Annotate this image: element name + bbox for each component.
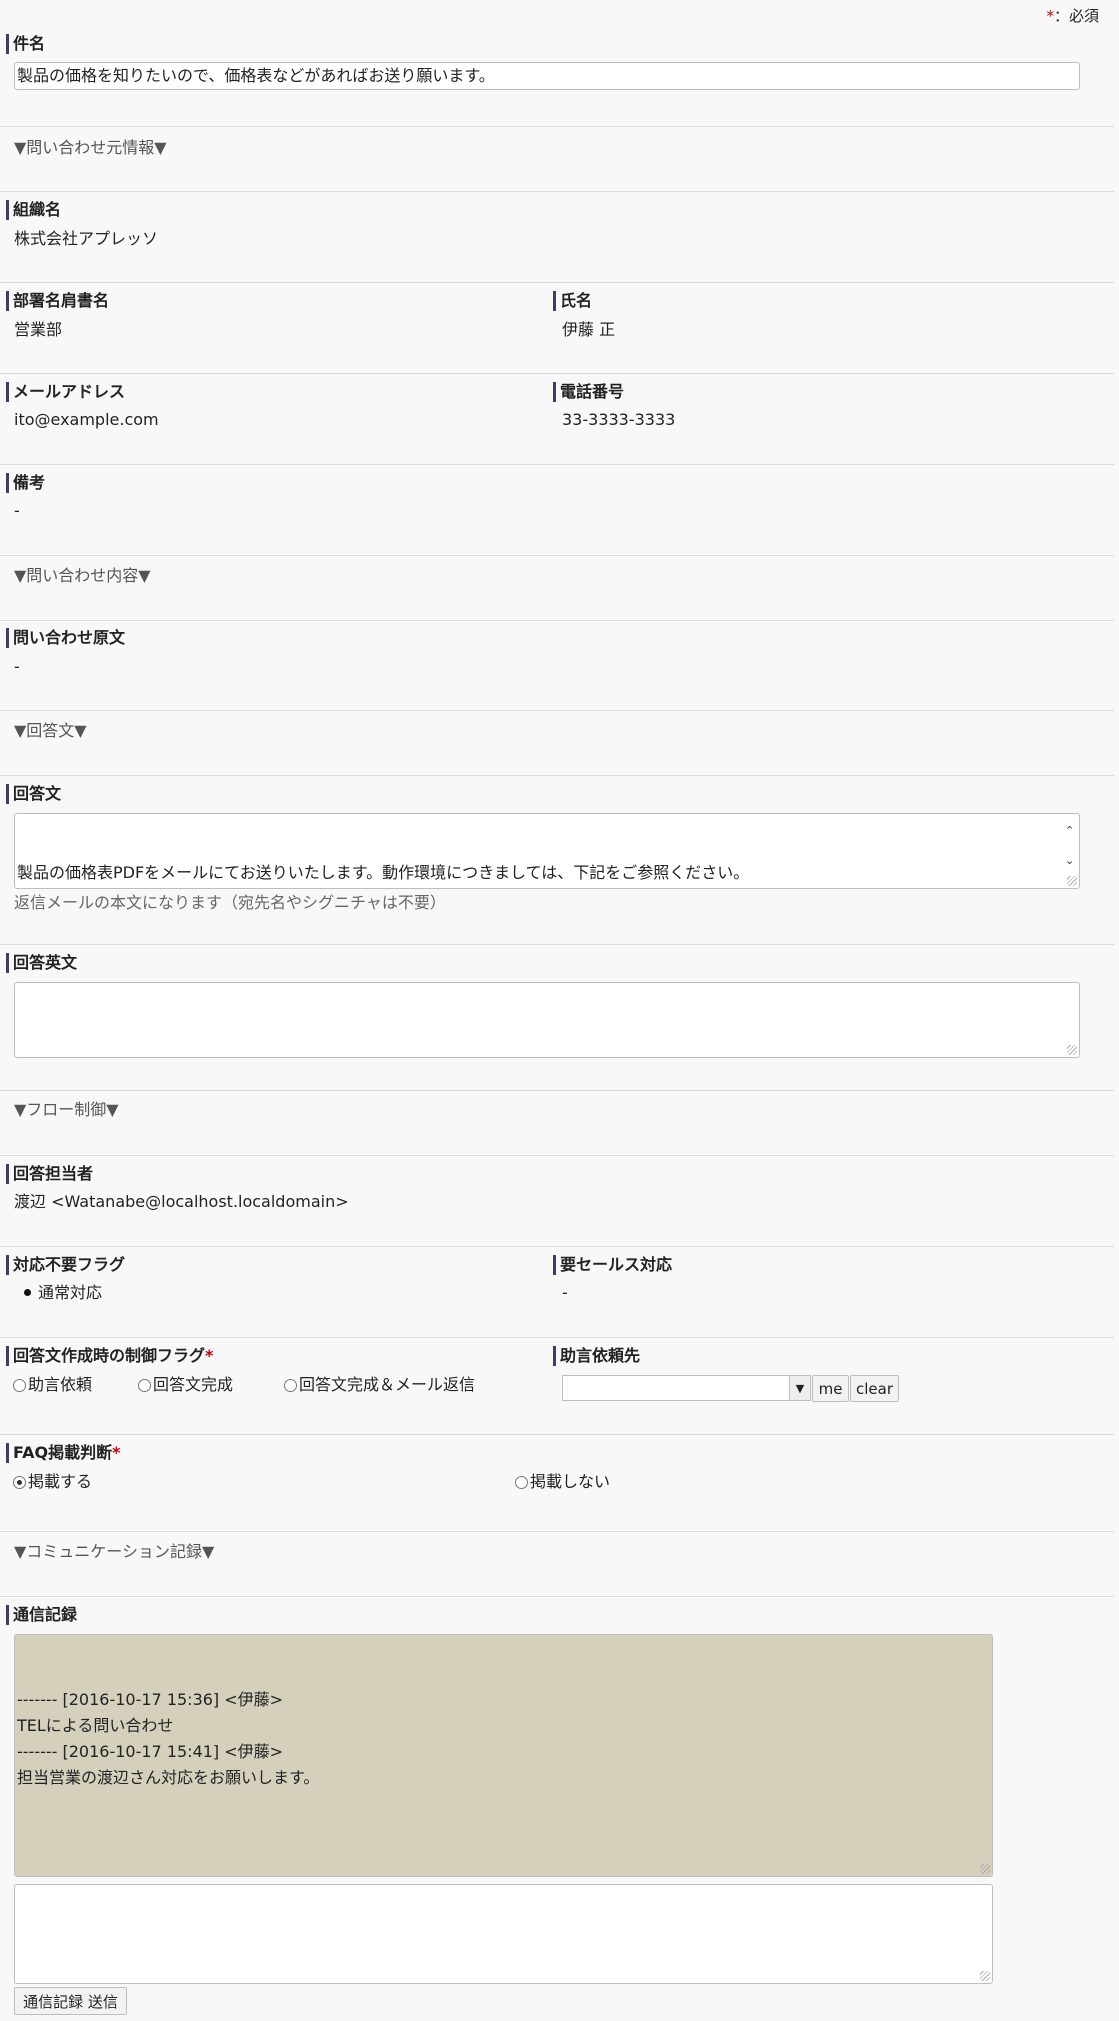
no-action-flag-value: 通常対応: [38, 1283, 103, 1302]
bullet-icon: [24, 1289, 31, 1296]
divider: [0, 620, 1114, 621]
divider: [0, 555, 1114, 556]
department-value: 営業部: [14, 320, 63, 339]
name-label: 氏名: [553, 291, 592, 311]
answer-en-label: 回答英文: [6, 953, 77, 973]
phone-label: 電話番号: [553, 382, 624, 402]
control-flag-label: 回答文作成時の制御フラグ*: [6, 1346, 213, 1366]
advice-to-label: 助言依頼先: [553, 1346, 640, 1366]
section-answer[interactable]: ▼回答文▼: [14, 721, 87, 741]
divider: [0, 1090, 1114, 1091]
divider: [0, 1337, 1114, 1338]
divider: [0, 191, 1114, 192]
control-flag-option-advice[interactable]: 助言依頼: [13, 1375, 92, 1395]
answer-hint: 返信メールの本文になります（宛先名やシグニチャは不要）: [14, 893, 446, 912]
sales-needed-label: 要セールス対応: [553, 1255, 672, 1275]
divider: [0, 126, 1114, 127]
assignee-label: 回答担当者: [6, 1164, 93, 1184]
control-flag-label-text: 回答文作成時の制御フラグ: [13, 1346, 206, 1365]
original-label: 問い合わせ原文: [6, 628, 125, 648]
radio-label: 掲載する: [28, 1472, 93, 1491]
divider: [0, 1531, 1114, 1532]
advice-to-select[interactable]: ▼: [562, 1375, 811, 1401]
section-content[interactable]: ▼問い合わせ内容▼: [14, 566, 151, 586]
remarks-label: 備考: [6, 473, 45, 493]
scroll-up-icon[interactable]: ⌃: [1065, 818, 1074, 844]
email-label: メールアドレス: [6, 382, 125, 402]
chevron-down-icon[interactable]: ▼: [789, 1376, 810, 1400]
radio-icon[interactable]: [13, 1378, 26, 1392]
required-star: *: [1046, 7, 1054, 25]
divider: [0, 1434, 1114, 1435]
answer-textarea[interactable]: 製品の価格表PDFをメールにてお送りいたします。動作環境につきましては、下記をご…: [14, 813, 1080, 889]
email-value: ito@example.com: [14, 410, 159, 429]
comm-log-textarea[interactable]: ------- [2016-10-17 15:36] <伊藤> TELによる問い…: [14, 1634, 993, 1877]
divider: [0, 710, 1114, 711]
radio-label: 回答文完成＆メール返信: [299, 1375, 476, 1394]
resize-grip-icon[interactable]: [1067, 1045, 1077, 1055]
assignee-value: 渡辺 <Watanabe@localhost.localdomain>: [14, 1192, 349, 1211]
sales-needed-value: -: [562, 1283, 568, 1302]
answer-label: 回答文: [6, 784, 61, 804]
comm-log-text: ------- [2016-10-17 15:36] <伊藤> TELによる問い…: [17, 1690, 320, 1787]
faq-option-publish[interactable]: 掲載する: [13, 1472, 92, 1492]
answer-text: 製品の価格表PDFをメールにてお送りいたします。動作環境につきましては、下記をご…: [17, 863, 750, 882]
required-star: *: [205, 1346, 214, 1365]
divider: [0, 1246, 1114, 1247]
original-value: -: [14, 657, 20, 676]
divider: [0, 1155, 1114, 1156]
scroll-down-icon[interactable]: ⌄: [1065, 848, 1074, 874]
me-button[interactable]: me: [812, 1375, 849, 1402]
divider: [0, 944, 1114, 945]
required-note: *：必須: [1046, 5, 1099, 26]
advice-to-selected: [563, 1378, 567, 1397]
resize-grip-icon[interactable]: [980, 1864, 990, 1874]
name-value: 伊藤 正: [562, 320, 616, 339]
section-inquirer[interactable]: ▼問い合わせ元情報▼: [14, 138, 167, 158]
no-action-flag-label: 対応不要フラグ: [6, 1255, 125, 1275]
comm-log-new-entry[interactable]: [14, 1884, 993, 1984]
radio-label: 助言依頼: [28, 1375, 93, 1394]
subject-label: 件名: [6, 34, 45, 54]
organization-label: 組織名: [6, 200, 61, 220]
faq-option-no-publish[interactable]: 掲載しない: [515, 1472, 610, 1492]
divider: [0, 373, 1114, 374]
divider: [0, 1596, 1114, 1597]
phone-value: 33-3333-3333: [562, 410, 676, 429]
answer-en-textarea[interactable]: [14, 982, 1080, 1058]
radio-icon[interactable]: [284, 1378, 297, 1392]
resize-grip-icon[interactable]: [1067, 876, 1077, 886]
faq-label-text: FAQ掲載判断: [13, 1443, 113, 1462]
section-communication[interactable]: ▼コミュニケーション記録▼: [14, 1542, 214, 1562]
department-label: 部署名肩書名: [6, 291, 109, 311]
required-text: ：必須: [1053, 7, 1099, 25]
radio-icon[interactable]: [515, 1475, 528, 1489]
section-flow[interactable]: ▼フロー制御▼: [14, 1100, 119, 1120]
faq-label: FAQ掲載判断*: [6, 1443, 120, 1463]
control-flag-option-complete[interactable]: 回答文完成: [138, 1375, 233, 1395]
clear-button[interactable]: clear: [850, 1375, 899, 1402]
remarks-value: -: [14, 501, 20, 520]
radio-label: 掲載しない: [530, 1472, 611, 1491]
radio-icon[interactable]: [138, 1378, 151, 1392]
divider: [0, 282, 1114, 283]
required-star: *: [112, 1443, 121, 1462]
control-flag-option-complete-reply[interactable]: 回答文完成＆メール返信: [284, 1375, 475, 1395]
organization-value: 株式会社アプレッソ: [14, 229, 159, 248]
radio-selected-icon[interactable]: [13, 1475, 26, 1489]
comm-log-label: 通信記録: [6, 1605, 77, 1625]
radio-label: 回答文完成: [153, 1375, 234, 1394]
divider: [0, 464, 1114, 465]
resize-grip-icon[interactable]: [980, 1971, 990, 1981]
comm-log-send-button[interactable]: 通信記録 送信: [14, 1987, 127, 2015]
divider: [0, 775, 1114, 776]
subject-input[interactable]: 製品の価格を知りたいので、価格表などがあればお送り願います。: [14, 62, 1080, 90]
